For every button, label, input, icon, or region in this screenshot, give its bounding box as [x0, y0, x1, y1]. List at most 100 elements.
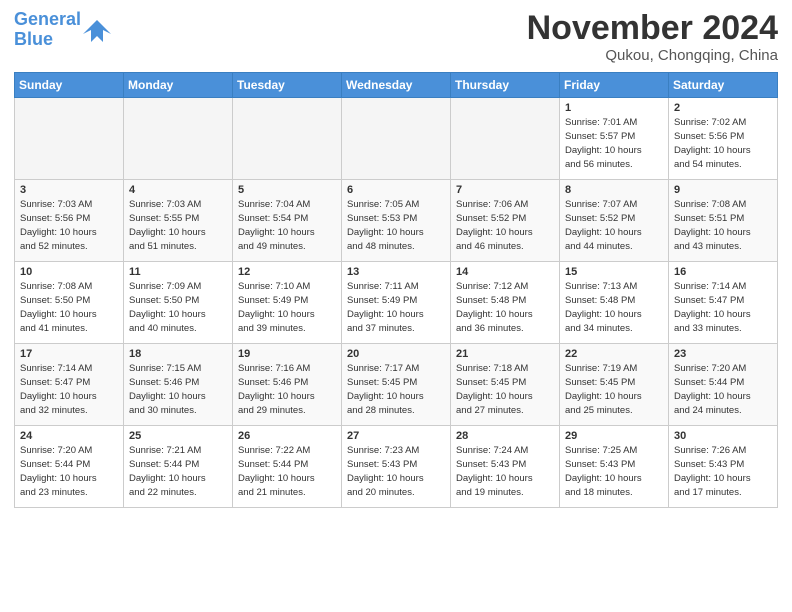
day-number: 29 [565, 430, 663, 442]
logo-text: General Blue [14, 10, 81, 50]
day-number: 4 [129, 184, 227, 196]
day-cell-10: 10Sunrise: 7:08 AM Sunset: 5:50 PM Dayli… [15, 262, 124, 344]
day-number: 30 [674, 430, 772, 442]
day-info: Sunrise: 7:15 AM Sunset: 5:46 PM Dayligh… [129, 362, 227, 417]
day-info: Sunrise: 7:16 AM Sunset: 5:46 PM Dayligh… [238, 362, 336, 417]
day-info: Sunrise: 7:02 AM Sunset: 5:56 PM Dayligh… [674, 116, 772, 171]
day-cell-27: 27 Sunrise: 7:23 AM Sunset: 5:43 PM Dayli… [342, 426, 451, 508]
day-cell-23: 23Sunrise: 7:20 AM Sunset: 5:44 PM Dayli… [669, 344, 778, 426]
day-cell-17: 17Sunrise: 7:14 AM Sunset: 5:47 PM Dayli… [15, 344, 124, 426]
day-number: 20 [347, 348, 445, 360]
day-cell-22: 22 Sunrise: 7:19 AM Sunset: 5:45 PM Dayli… [560, 344, 669, 426]
day-number: 22 [565, 348, 663, 360]
weekday-header-sunday: Sunday [15, 73, 124, 98]
day-info: Sunrise: 7:13 AM Sunset: 5:48 PM Dayligh… [565, 280, 663, 335]
logo: General Blue [14, 10, 111, 50]
day-info: Sunrise: 7:11 AM Sunset: 5:49 PM Dayligh… [347, 280, 445, 335]
day-info: Sunrise: 7:21 AM Sunset: 5:44 PM Dayligh… [129, 444, 227, 499]
day-number: 11 [129, 266, 227, 278]
day-number: 19 [238, 348, 336, 360]
day-cell-16: 16 Sunrise: 7:14 AM Sunset: 5:47 PM Dayli… [669, 262, 778, 344]
logo-icon [83, 16, 111, 44]
day-number: 6 [347, 184, 445, 196]
day-number: 8 [565, 184, 663, 196]
day-info: Sunrise: 7:07 AM Sunset: 5:52 PM Dayligh… [565, 198, 663, 253]
day-info: Sunrise: 7:20 AM Sunset: 5:44 PM Dayligh… [20, 444, 118, 499]
day-number: 2 [674, 102, 772, 114]
week-row-5: 24 Sunrise: 7:20 AM Sunset: 5:44 PM Dayli… [15, 426, 778, 508]
day-cell-1: 1Sunrise: 7:01 AM Sunset: 5:57 PM Daylig… [560, 98, 669, 180]
empty-cell [342, 98, 451, 180]
day-cell-12: 12Sunrise: 7:10 AM Sunset: 5:49 PM Dayli… [233, 262, 342, 344]
weekday-header-row: SundayMondayTuesdayWednesdayThursdayFrid… [15, 73, 778, 98]
week-row-3: 10Sunrise: 7:08 AM Sunset: 5:50 PM Dayli… [15, 262, 778, 344]
day-cell-25: 25 Sunrise: 7:21 AM Sunset: 5:44 PM Dayli… [124, 426, 233, 508]
day-info: Sunrise: 7:06 AM Sunset: 5:52 PM Dayligh… [456, 198, 554, 253]
day-cell-7: 7 Sunrise: 7:06 AM Sunset: 5:52 PM Daylig… [451, 180, 560, 262]
day-info: Sunrise: 7:09 AM Sunset: 5:50 PM Dayligh… [129, 280, 227, 335]
day-number: 25 [129, 430, 227, 442]
day-info: Sunrise: 7:03 AM Sunset: 5:55 PM Dayligh… [129, 198, 227, 253]
empty-cell [233, 98, 342, 180]
day-number: 21 [456, 348, 554, 360]
month-title: November 2024 [527, 10, 778, 47]
day-info: Sunrise: 7:23 AM Sunset: 5:43 PM Dayligh… [347, 444, 445, 499]
day-info: Sunrise: 7:14 AM Sunset: 5:47 PM Dayligh… [674, 280, 772, 335]
day-number: 1 [565, 102, 663, 114]
day-number: 15 [565, 266, 663, 278]
weekday-header-monday: Monday [124, 73, 233, 98]
day-info: Sunrise: 7:04 AM Sunset: 5:54 PM Dayligh… [238, 198, 336, 253]
header: General Blue November 2024 Qukou, Chongq… [14, 10, 778, 64]
empty-cell [124, 98, 233, 180]
weekday-header-thursday: Thursday [451, 73, 560, 98]
weekday-header-tuesday: Tuesday [233, 73, 342, 98]
day-info: Sunrise: 7:08 AM Sunset: 5:51 PM Dayligh… [674, 198, 772, 253]
day-info: Sunrise: 7:10 AM Sunset: 5:49 PM Dayligh… [238, 280, 336, 335]
day-cell-24: 24 Sunrise: 7:20 AM Sunset: 5:44 PM Dayli… [15, 426, 124, 508]
day-cell-13: 13 Sunrise: 7:11 AM Sunset: 5:49 PM Dayli… [342, 262, 451, 344]
day-info: Sunrise: 7:25 AM Sunset: 5:43 PM Dayligh… [565, 444, 663, 499]
empty-cell [15, 98, 124, 180]
day-info: Sunrise: 7:17 AM Sunset: 5:45 PM Dayligh… [347, 362, 445, 417]
location: Qukou, Chongqing, China [527, 47, 778, 64]
day-cell-9: 9 Sunrise: 7:08 AM Sunset: 5:51 PM Daylig… [669, 180, 778, 262]
day-cell-28: 28Sunrise: 7:24 AM Sunset: 5:43 PM Dayli… [451, 426, 560, 508]
day-cell-11: 11 Sunrise: 7:09 AM Sunset: 5:50 PM Dayli… [124, 262, 233, 344]
day-info: Sunrise: 7:12 AM Sunset: 5:48 PM Dayligh… [456, 280, 554, 335]
day-info: Sunrise: 7:18 AM Sunset: 5:45 PM Dayligh… [456, 362, 554, 417]
day-info: Sunrise: 7:26 AM Sunset: 5:43 PM Dayligh… [674, 444, 772, 499]
weekday-header-saturday: Saturday [669, 73, 778, 98]
day-cell-15: 15 Sunrise: 7:13 AM Sunset: 5:48 PM Dayli… [560, 262, 669, 344]
day-number: 3 [20, 184, 118, 196]
weekday-header-wednesday: Wednesday [342, 73, 451, 98]
day-cell-29: 29 Sunrise: 7:25 AM Sunset: 5:43 PM Dayli… [560, 426, 669, 508]
day-number: 17 [20, 348, 118, 360]
day-info: Sunrise: 7:05 AM Sunset: 5:53 PM Dayligh… [347, 198, 445, 253]
day-cell-20: 20 Sunrise: 7:17 AM Sunset: 5:45 PM Dayli… [342, 344, 451, 426]
day-number: 24 [20, 430, 118, 442]
day-number: 16 [674, 266, 772, 278]
weekday-header-friday: Friday [560, 73, 669, 98]
day-number: 27 [347, 430, 445, 442]
day-cell-4: 4 Sunrise: 7:03 AM Sunset: 5:55 PM Daylig… [124, 180, 233, 262]
day-number: 18 [129, 348, 227, 360]
week-row-1: 1Sunrise: 7:01 AM Sunset: 5:57 PM Daylig… [15, 98, 778, 180]
day-cell-19: 19 Sunrise: 7:16 AM Sunset: 5:46 PM Dayli… [233, 344, 342, 426]
day-cell-26: 26Sunrise: 7:22 AM Sunset: 5:44 PM Dayli… [233, 426, 342, 508]
day-number: 23 [674, 348, 772, 360]
calendar-table: SundayMondayTuesdayWednesdayThursdayFrid… [14, 72, 778, 508]
day-cell-14: 14Sunrise: 7:12 AM Sunset: 5:48 PM Dayli… [451, 262, 560, 344]
day-number: 9 [674, 184, 772, 196]
week-row-4: 17Sunrise: 7:14 AM Sunset: 5:47 PM Dayli… [15, 344, 778, 426]
day-info: Sunrise: 7:19 AM Sunset: 5:45 PM Dayligh… [565, 362, 663, 417]
day-number: 13 [347, 266, 445, 278]
day-number: 5 [238, 184, 336, 196]
day-number: 7 [456, 184, 554, 196]
day-info: Sunrise: 7:03 AM Sunset: 5:56 PM Dayligh… [20, 198, 118, 253]
title-block: November 2024 Qukou, Chongqing, China [527, 10, 778, 64]
day-info: Sunrise: 7:22 AM Sunset: 5:44 PM Dayligh… [238, 444, 336, 499]
page: General Blue November 2024 Qukou, Chongq… [0, 0, 792, 612]
day-number: 28 [456, 430, 554, 442]
day-cell-3: 3 Sunrise: 7:03 AM Sunset: 5:56 PM Daylig… [15, 180, 124, 262]
week-row-2: 3 Sunrise: 7:03 AM Sunset: 5:56 PM Daylig… [15, 180, 778, 262]
